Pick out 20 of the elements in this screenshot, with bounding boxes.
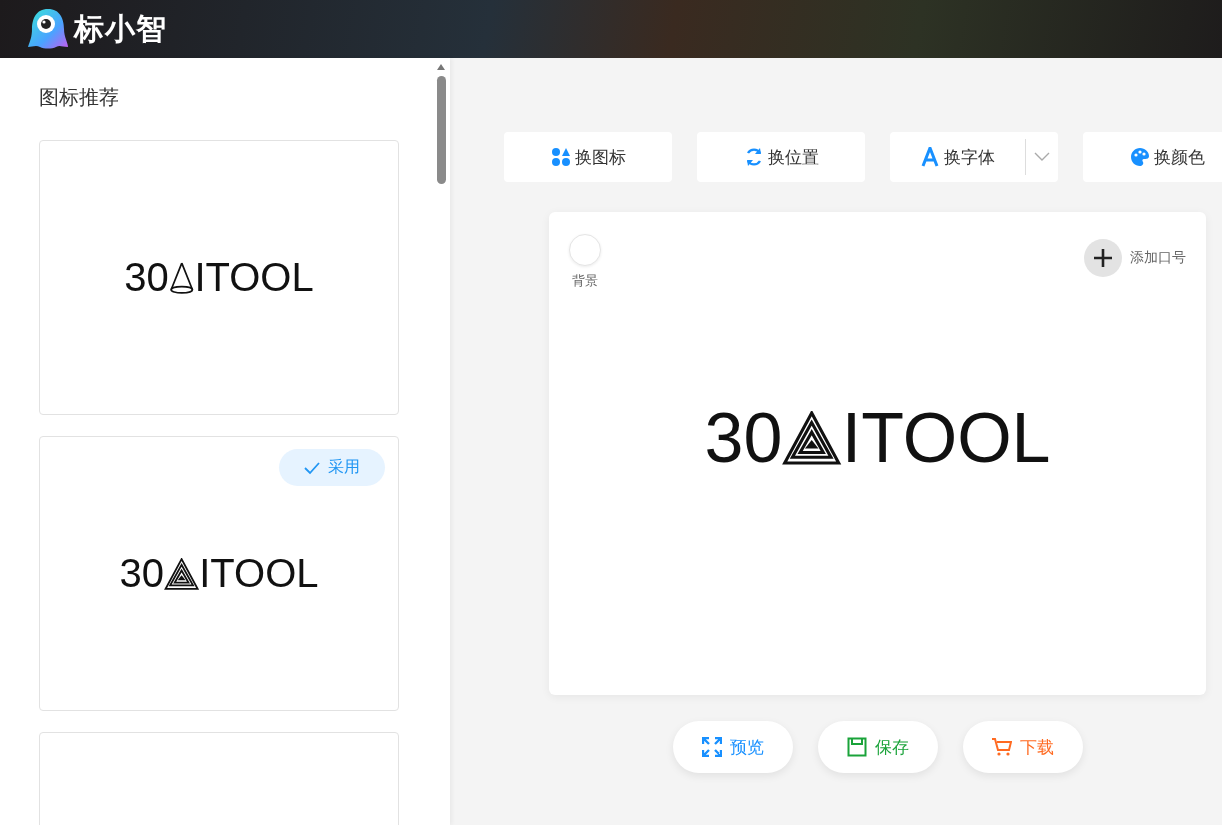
ghost-mascot-icon [26, 7, 70, 51]
toolbar-button[interactable]: 换字体 [890, 132, 1058, 182]
toolbar-button[interactable]: 换图标 [504, 132, 672, 182]
toolbar-button[interactable]: 换颜色 [1083, 132, 1222, 182]
palette-icon [1129, 147, 1150, 167]
plus-icon [1084, 239, 1122, 277]
toolbar-button[interactable]: 换位置 [697, 132, 865, 182]
logo-card[interactable]: 30 ITOOL [39, 140, 399, 415]
letter-a-icon [920, 147, 940, 167]
logo-drawing: 30 ITOOL [124, 255, 314, 300]
logo-drawing: 30 ITOOL [704, 398, 1051, 478]
logo-drawing: 30 ITOOL [119, 551, 319, 596]
check-icon [304, 460, 320, 475]
brand-name: 标小智 [74, 9, 167, 48]
add-slogan-button[interactable]: 添加口号 [1084, 239, 1186, 277]
background-label: 背景 [572, 272, 598, 290]
section-title: 图标推荐 [39, 84, 120, 111]
logo-card[interactable]: 采用 30 ITOOL [39, 436, 399, 711]
shapes-icon [550, 147, 571, 167]
background-swatch[interactable] [569, 234, 601, 266]
